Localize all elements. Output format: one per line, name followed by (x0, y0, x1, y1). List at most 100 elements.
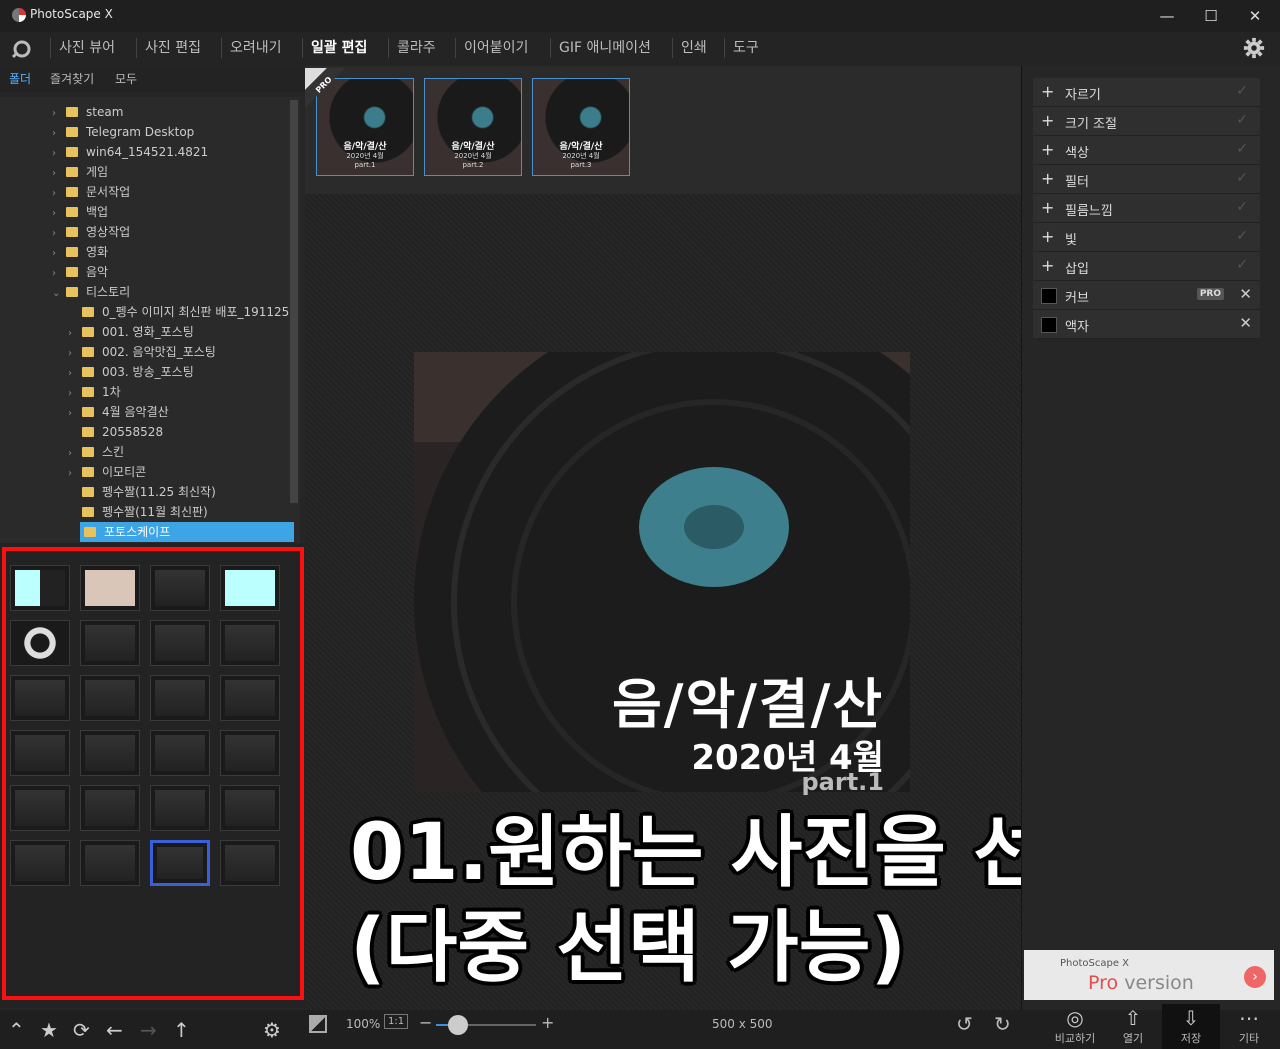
chevron-icon[interactable]: › (68, 464, 82, 484)
folder-item[interactable]: › 스킨 (68, 442, 124, 462)
adjustment-row[interactable]: ✕ 액자 (1033, 310, 1260, 339)
back-arrow-icon[interactable]: ← (106, 1018, 123, 1042)
chevron-icon[interactable]: › (52, 204, 66, 224)
adjustment-row[interactable]: + ✓ 자르기 (1033, 78, 1260, 107)
chevron-icon[interactable]: › (68, 364, 82, 384)
strip-thumbnail[interactable]: 음/악/결/산 2020년 4월 part.3 (532, 78, 630, 176)
folder-item[interactable]: › 001. 영화_포스팅 (68, 322, 194, 342)
tree-scrollbar[interactable] (290, 100, 298, 503)
chevron-icon[interactable]: › (52, 124, 66, 144)
add-icon[interactable]: + (1041, 227, 1054, 246)
add-icon[interactable]: + (1041, 256, 1054, 275)
folder-item[interactable]: › win64_154521.4821 (52, 142, 208, 162)
menu-item-4[interactable]: 일괄 편집 (302, 38, 375, 58)
strip-thumbnail[interactable]: 음/악/결/산 2020년 4월 part.2 (424, 78, 522, 176)
settings-gear-icon[interactable] (1243, 37, 1265, 59)
up-arrow-icon[interactable]: ↑ (173, 1018, 190, 1042)
menu-item-7[interactable]: GIF 애니메이션 (550, 38, 659, 58)
folder-item[interactable]: › 영화 (52, 242, 108, 262)
folder-item[interactable]: › 1차 (68, 382, 121, 402)
folder-item[interactable]: › 003. 방송_포스팅 (68, 362, 194, 382)
actual-size-button[interactable]: 1:1 (384, 1014, 409, 1029)
chevron-icon[interactable]: › (68, 404, 82, 424)
folder-item[interactable]: › 영상작업 (52, 222, 130, 242)
folder-item[interactable]: › 4월 음악결산 (68, 402, 169, 422)
rotate-right-icon[interactable]: ↻ (994, 1012, 1011, 1036)
add-icon[interactable]: + (1041, 111, 1054, 130)
check-icon[interactable]: ✓ (1236, 83, 1248, 99)
zoom-out-icon[interactable]: − (419, 1013, 432, 1032)
settings-gear-icon[interactable]: ⚙ (263, 1018, 281, 1042)
chevron-icon[interactable]: › (52, 184, 66, 204)
menu-item-9[interactable]: 도구 (724, 38, 767, 58)
folder-item[interactable]: › 음악 (52, 262, 108, 282)
folder-item[interactable]: › 이모티콘 (68, 462, 146, 482)
tab-all[interactable]: 모두 (115, 70, 137, 87)
add-icon[interactable]: + (1041, 169, 1054, 188)
zoom-percent[interactable]: 100% (346, 1017, 380, 1031)
folder-item[interactable]: › steam (52, 102, 123, 122)
add-icon[interactable]: + (1041, 198, 1054, 217)
toggle-checkbox[interactable] (1041, 288, 1057, 304)
zoom-in-icon[interactable]: + (541, 1013, 554, 1032)
adjustment-row[interactable]: + ✓ 필름느낌 (1033, 194, 1260, 223)
chevron-icon[interactable]: ⌄ (52, 284, 66, 304)
chevron-icon[interactable]: › (52, 144, 66, 164)
folder-item[interactable]: 0_펭수 이미지 최신판 배포_191125 (68, 302, 289, 322)
menu-item-3[interactable]: 오려내기 (221, 38, 290, 58)
folder-item[interactable]: 펭수짤(11.25 최신작) (68, 482, 216, 502)
home-search-icon[interactable] (12, 39, 32, 59)
folder-item[interactable]: 포토스케이프 (80, 522, 294, 542)
menu-item-1[interactable]: 사진 뷰어 (50, 38, 123, 58)
rotate-left-icon[interactable]: ↺ (956, 1012, 973, 1036)
adjustment-row[interactable]: + ✓ 색상 (1033, 136, 1260, 165)
check-icon[interactable]: ✓ (1236, 228, 1248, 244)
menu-item-8[interactable]: 인쇄 (672, 38, 715, 58)
menu-item-6[interactable]: 이어붙이기 (455, 38, 536, 58)
folder-item[interactable]: 펭수짤(11월 최신판) (68, 502, 208, 522)
check-icon[interactable]: ✓ (1236, 112, 1248, 128)
check-icon[interactable]: ✓ (1236, 170, 1248, 186)
chevron-icon[interactable]: › (52, 264, 66, 284)
chevron-icon[interactable]: › (68, 324, 82, 344)
save-button[interactable]: ⇩ 저장 (1162, 1004, 1220, 1049)
background-toggle-icon[interactable] (309, 1015, 327, 1033)
chevron-icon[interactable]: › (68, 444, 82, 464)
more-button[interactable]: ⋯ 기타 (1220, 1004, 1278, 1049)
folder-item[interactable]: › 문서작업 (52, 182, 130, 202)
refresh-icon[interactable]: ⟳ (73, 1018, 90, 1042)
forward-arrow-icon[interactable]: → (140, 1018, 157, 1042)
chevron-icon[interactable]: › (52, 224, 66, 244)
folder-item[interactable]: › 게임 (52, 162, 108, 182)
banner-next-icon[interactable]: › (1244, 966, 1266, 988)
chevron-icon[interactable]: › (68, 384, 82, 404)
check-icon[interactable]: ✓ (1236, 141, 1248, 157)
open-button[interactable]: ⇧ 열기 (1104, 1004, 1162, 1049)
folder-item[interactable]: › Telegram Desktop (52, 122, 194, 142)
chevron-up-icon[interactable]: ⌃ (8, 1018, 25, 1042)
compare-button[interactable]: ◎ 비교하기 (1046, 1004, 1104, 1049)
maximize-icon[interactable]: ☐ (1196, 4, 1226, 28)
folder-item[interactable]: › 백업 (52, 202, 108, 222)
close-icon[interactable]: ✕ (1240, 4, 1270, 28)
minimize-icon[interactable]: — (1152, 4, 1182, 28)
tab-folder[interactable]: 폴더 (9, 70, 31, 87)
menu-item-2[interactable]: 사진 편집 (136, 38, 209, 58)
check-icon[interactable]: ✓ (1236, 257, 1248, 273)
menu-item-5[interactable]: 콜라주 (388, 38, 444, 58)
chevron-icon[interactable]: › (52, 164, 66, 184)
tab-favorites[interactable]: 즐겨찾기 (50, 70, 94, 87)
adjustment-row[interactable]: + ✓ 빛 (1033, 223, 1260, 252)
check-icon[interactable]: ✓ (1236, 199, 1248, 215)
adjustment-row[interactable]: ✕ PRO 커브 (1033, 281, 1260, 310)
folder-item[interactable]: › 002. 음악맛집_포스팅 (68, 342, 216, 362)
zoom-slider-handle[interactable] (448, 1015, 468, 1035)
adjustment-row[interactable]: + ✓ 필터 (1033, 165, 1260, 194)
remove-icon[interactable]: ✕ (1239, 285, 1252, 303)
folder-item[interactable]: 20558528 (68, 422, 163, 442)
toggle-checkbox[interactable] (1041, 317, 1057, 333)
chevron-icon[interactable]: › (52, 104, 66, 124)
chevron-icon[interactable]: › (52, 244, 66, 264)
adjustment-row[interactable]: + ✓ 크기 조절 (1033, 107, 1260, 136)
adjustment-row[interactable]: + ✓ 삽입 (1033, 252, 1260, 281)
